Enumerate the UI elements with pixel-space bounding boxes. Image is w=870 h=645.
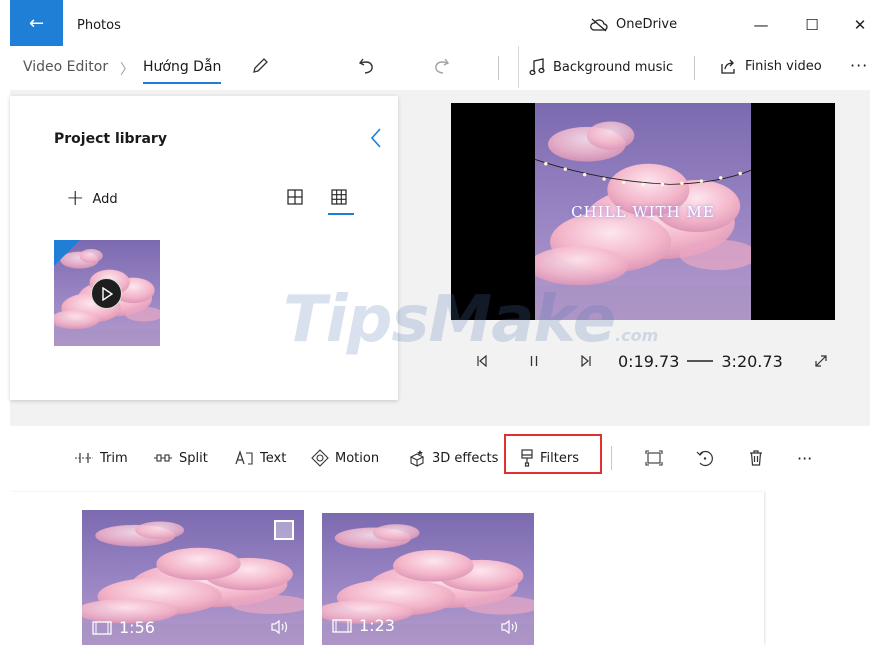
clip-duration-text: 1:23	[359, 616, 395, 635]
music-note-icon	[529, 58, 545, 76]
step-back-button[interactable]	[472, 351, 492, 371]
resize-button[interactable]	[645, 446, 663, 470]
storyboard-clip[interactable]: 1:23	[322, 513, 534, 645]
split-button[interactable]: Split	[153, 446, 208, 470]
plus-icon: +	[66, 186, 85, 211]
clip-duration: 1:56	[92, 618, 155, 637]
onedrive-status[interactable]: OneDrive	[590, 17, 677, 32]
close-button[interactable]: ✕	[845, 12, 870, 38]
step-forward-button[interactable]	[576, 351, 596, 371]
minimize-icon: —	[753, 16, 769, 34]
3d-effects-icon	[409, 450, 425, 467]
video-preview[interactable]: CHILL WITH ME	[451, 103, 835, 320]
rotate-icon	[696, 450, 713, 467]
text-icon	[235, 450, 253, 465]
preview-frame: CHILL WITH ME	[535, 103, 751, 320]
text-button[interactable]: Text	[234, 446, 286, 470]
motion-label: Motion	[335, 450, 380, 466]
storyboard-clip[interactable]: 1:56	[82, 510, 304, 645]
time-separator	[687, 360, 714, 362]
add-label: Add	[92, 191, 118, 207]
split-label: Split	[179, 450, 208, 466]
playback-controls: 0:19.73 3:20.73	[472, 348, 852, 374]
pause-icon	[530, 356, 538, 366]
storyboard-toolbar: Trim Split Text Motion 3D effects Filter…	[10, 426, 870, 492]
minimize-button[interactable]: —	[746, 12, 776, 38]
text-label: Text	[260, 450, 287, 466]
toolbar-more-button[interactable]: ···	[797, 446, 812, 470]
background-music-button[interactable]: Background music	[518, 46, 688, 88]
view-selected-indicator	[328, 213, 354, 215]
step-forward-icon	[581, 355, 591, 367]
preview-caption-text: CHILL WITH ME	[571, 203, 715, 221]
3d-effects-button[interactable]: 3D effects	[408, 446, 498, 470]
video-clip-icon	[332, 618, 352, 633]
back-arrow-icon: ←	[28, 12, 45, 34]
cloud-off-icon	[590, 18, 608, 31]
more-options-icon: ···	[797, 448, 813, 468]
clip-duration: 1:23	[332, 616, 395, 635]
pause-button[interactable]	[524, 351, 544, 371]
share-export-icon	[721, 59, 735, 74]
library-media-thumbnail[interactable]	[54, 240, 160, 346]
app-title: Photos	[77, 18, 121, 33]
project-library-title: Project library	[54, 131, 167, 147]
rename-pencil-icon[interactable]	[250, 56, 270, 76]
rotate-button[interactable]	[696, 446, 714, 470]
clip-select-checkbox[interactable]	[274, 520, 294, 540]
3d-effects-label: 3D effects	[432, 450, 499, 466]
filters-highlight-box	[504, 434, 602, 474]
trim-button[interactable]: Trim	[74, 446, 128, 470]
current-time: 0:19.73	[618, 351, 680, 371]
motion-icon	[311, 449, 329, 467]
expand-icon	[815, 355, 827, 367]
trim-label: Trim	[100, 450, 128, 466]
fullscreen-button[interactable]	[811, 351, 831, 371]
in-project-marker	[54, 240, 80, 266]
finish-video-button[interactable]: Finish video	[720, 58, 822, 74]
resize-icon	[645, 450, 663, 466]
divider	[611, 446, 612, 470]
maximize-icon: ☐	[805, 16, 819, 34]
split-icon	[154, 454, 172, 462]
delete-button[interactable]	[748, 446, 764, 470]
close-icon: ✕	[853, 16, 867, 34]
maximize-button[interactable]: ☐	[797, 12, 827, 38]
breadcrumb-project-name: Hướng Dẫn	[143, 59, 222, 75]
add-media-button[interactable]: + Add	[66, 188, 118, 210]
editor-workspace: Project library + Add CHILL WITH ME 0:19…	[10, 90, 870, 426]
clip-duration-text: 1:56	[119, 618, 155, 637]
storyboard-track: 1:56 1:23	[10, 492, 764, 645]
collapse-chevron-left-icon[interactable]	[367, 126, 385, 150]
breadcrumb-video-editor[interactable]: Video Editor	[23, 59, 108, 75]
play-icon[interactable]	[91, 278, 122, 309]
onedrive-label: OneDrive	[616, 17, 678, 32]
video-clip-icon	[92, 620, 112, 635]
redo-icon[interactable]	[430, 55, 452, 77]
breadcrumb-underline	[143, 82, 221, 84]
large-grid-view-icon[interactable]	[286, 188, 304, 206]
finish-video-label: Finish video	[745, 58, 822, 74]
total-time: 3:20.73	[721, 351, 783, 371]
speaker-volume-icon[interactable]	[270, 619, 290, 635]
undo-icon[interactable]	[356, 55, 378, 77]
trash-icon	[750, 450, 762, 466]
background-music-label: Background music	[553, 59, 674, 75]
divider	[498, 56, 499, 80]
step-back-icon	[477, 355, 487, 367]
small-grid-view-icon[interactable]	[330, 188, 348, 206]
back-button[interactable]: ←	[10, 0, 63, 46]
speaker-volume-icon[interactable]	[500, 619, 520, 635]
command-bar: Video Editor 〉 Hướng Dẫn Background musi…	[10, 46, 870, 90]
storyboard: 1:56 1:23	[10, 492, 870, 645]
motion-button[interactable]: Motion	[311, 446, 379, 470]
project-library-panel: Project library + Add	[10, 96, 398, 400]
more-options-icon[interactable]: ···	[850, 56, 868, 75]
divider	[694, 56, 695, 80]
trim-icon	[75, 453, 93, 463]
breadcrumb-separator-icon: 〉	[120, 62, 134, 78]
